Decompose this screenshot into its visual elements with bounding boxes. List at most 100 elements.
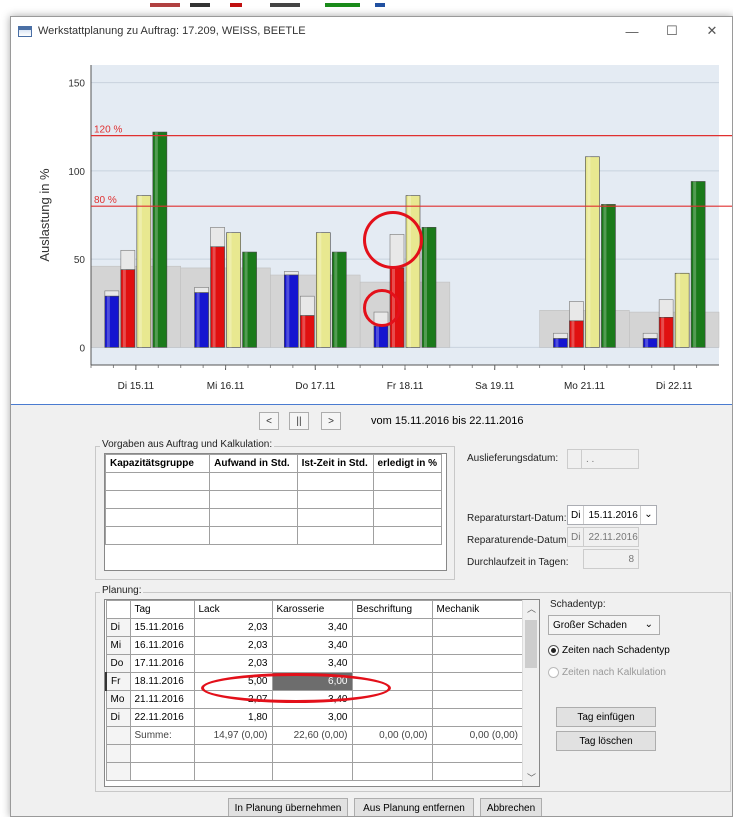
radio-zeiten-schadentyp[interactable]: Zeiten nach Schadentyp [548,645,670,656]
bar-highlight [661,317,665,348]
bar-cap [569,301,584,322]
aus-planung-entfernen-button[interactable]: Aus Planung entfernen [354,798,474,816]
utilization-chart: 0 50 100 150 Auslastung in % Di 15.11 Mi 16.11… [11,45,732,405]
planung-scrollbar[interactable]: ︿ ﹀ [522,600,539,786]
x-tick-label: Fr 18.11 [387,381,424,392]
app-icon [18,25,32,37]
capacity-area [359,281,451,348]
scroll-thumb[interactable] [525,620,537,668]
bar-highlight [334,252,338,348]
bar-cap [658,299,674,318]
bar-cap [283,271,299,276]
bar-cap [194,287,209,293]
table-row-selected[interactable]: Fr 18.11.2016 5,00 6,00 [105,672,523,691]
bar-highlight [302,315,306,348]
tag-loeschen-button[interactable]: Tag löschen [556,731,656,751]
planung-grid[interactable]: Tag Lack Karosserie Beschriftung Mechani… [104,599,540,787]
table-row[interactable] [105,526,443,545]
vorgaben-grid[interactable]: Kapazitätsgruppe Aufwand in Std. Ist-Zei… [104,453,447,571]
x-tick-label: Di 15.11 [118,381,155,392]
schadentyp-select[interactable]: Großer Schaden ⌄ [548,615,660,635]
bar-cap [210,227,225,248]
schadentyp-label: Schadentyp: [550,599,606,610]
capacity-area [270,274,361,348]
x-tick-label: Di 22.11 [656,381,693,392]
maximize-button[interactable]: ☐ [652,17,692,45]
background-window-strip [150,0,420,8]
bar-highlight [376,326,379,348]
reference-line-label: 120 % [94,125,122,136]
bar-highlight [244,252,248,348]
capacity-area [539,310,630,348]
y-tick-label: 50 [74,255,86,266]
table-row[interactable] [105,508,443,527]
abbrechen-button[interactable]: Abbrechen [480,798,542,816]
chevron-down-icon[interactable]: ⌄ [640,506,656,524]
auslieferung-label: Auslieferungsdatum: [467,453,559,464]
bar-cap [553,332,568,339]
start-date-picker[interactable]: Di 15.11.2016 ⌄ [567,505,657,525]
table-row[interactable]: Mi 16.11.2016 2,03 3,40 [105,636,523,655]
bar-highlight [677,273,681,348]
x-tick-label: Sa 19.11 [475,381,515,392]
y-axis-label: Auslastung in % [37,168,52,262]
bar-highlight [645,338,649,348]
scroll-down-icon[interactable]: ﹀ [523,769,539,786]
close-button[interactable]: ✕ [692,17,732,45]
radio-zeiten-kalkulation[interactable]: Zeiten nach Kalkulation [548,667,666,678]
bar-highlight [424,227,427,348]
selected-cell: 6,00 [271,672,353,691]
planung-label: Planung: [100,585,144,596]
table-row[interactable]: Di 22.11.2016 1,80 3,00 [105,708,523,727]
end-date-field[interactable]: Di 22.11.2016 [567,527,639,547]
in-planung-uebernehmen-button[interactable]: In Planung übernehmen [228,798,348,816]
y-tick-label: 0 [79,343,85,354]
bar-highlight [392,267,395,348]
table-row[interactable]: Di 15.11.2016 2,03 3,40 [105,618,523,637]
tag-einfuegen-button[interactable]: Tag einfügen [556,707,656,727]
x-tick-label: Mo 21.11 [564,381,605,392]
y-tick-label: 100 [68,167,85,178]
prev-button[interactable]: < [259,412,279,430]
bar-highlight [228,232,232,348]
planung-group: Planung: Tag Lack Karosserie Beschriftun… [95,585,731,792]
navigation-row: < || > vom 15.11.2016 bis 22.11.2016 [11,412,732,434]
x-tick-label: Mi 16.11 [207,381,245,392]
start-date-value: 15.11.2016 [588,509,638,521]
col-aufwand: Aufwand in Std. [209,454,298,473]
col-kapazitaetsgruppe: Kapazitätsgruppe [105,454,211,473]
bar-highlight [154,132,158,348]
col-karosserie: Karosserie [271,600,353,619]
bar-highlight [603,204,607,348]
bar-cap [120,249,136,271]
auslieferung-field[interactable]: . . [567,449,639,469]
table-row[interactable] [105,744,523,763]
table-row[interactable]: Mo 21.11.2016 2,07 3,40 [105,690,523,709]
radio-checked-icon [548,645,559,656]
col-beschriftung: Beschriftung [351,600,433,619]
title-bar: Werkstattplanung zu Auftrag: 17.209, WEI… [11,17,732,45]
bar-highlight [196,292,200,348]
capacity-area [90,265,181,348]
window-title: Werkstattplanung zu Auftrag: 17.209, WEI… [38,25,306,37]
radio-unchecked-icon [548,667,559,678]
bar-highlight [408,195,411,348]
vorgaben-group: Vorgaben aus Auftrag und Kalkulation: Ka… [95,439,455,580]
bar-highlight [138,195,142,348]
table-row[interactable] [105,762,523,781]
col-mechanik: Mechanik [431,600,523,619]
next-button[interactable]: > [321,412,341,430]
summe-row: Summe: 14,97 (0,00) 22,60 (0,00) 0,00 (0,… [105,726,523,745]
chart-svg: 0 50 100 150 Auslastung in % Di 15.11 Mi 16.11… [37,65,732,392]
chevron-down-icon: ⌄ [644,619,653,630]
x-tick-label: Do 17.11 [295,381,335,392]
scroll-up-icon[interactable]: ︿ [523,600,539,617]
table-row[interactable] [105,472,443,491]
minimize-button[interactable]: — [612,17,652,45]
table-row[interactable]: Do 17.11.2016 2,03 3,40 [105,654,523,673]
pause-button[interactable]: || [289,412,309,430]
table-row[interactable] [105,490,443,509]
bar-cap [642,332,658,339]
col-lack: Lack [193,600,273,619]
duration-field[interactable]: 8 [583,549,639,569]
